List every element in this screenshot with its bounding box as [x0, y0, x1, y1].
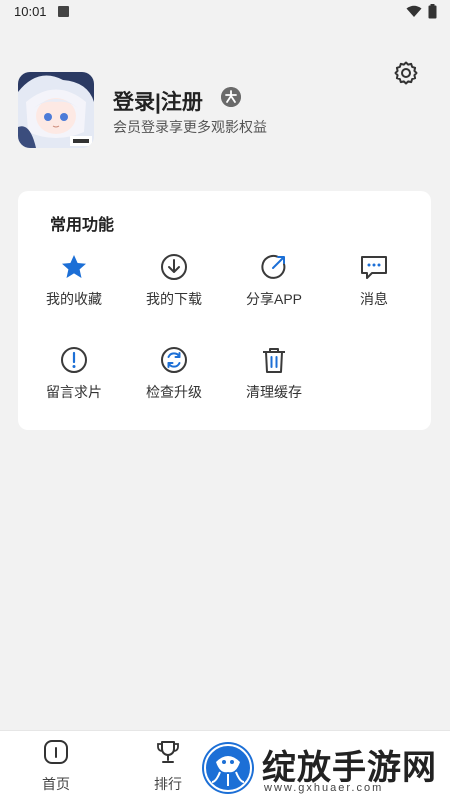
exclamation-icon	[61, 347, 87, 373]
downloads-label: 我的下载	[146, 291, 202, 307]
messages-item[interactable]: 消息	[324, 253, 424, 313]
request-film-item[interactable]: 留言求片	[24, 346, 124, 406]
login-subtitle: 会员登录享更多观影权益	[113, 119, 267, 135]
check-update-item[interactable]: 检查升级	[124, 346, 224, 406]
watermark-url: www.gxhuaer.com	[264, 782, 384, 794]
avatar[interactable]	[18, 72, 94, 148]
vip-badge-icon	[221, 87, 241, 107]
trash-icon	[263, 348, 285, 373]
watermark: 绽放手游网 www.gxhuaer.com	[202, 738, 450, 800]
download-icon	[161, 254, 187, 280]
common-functions-card: 常用功能 我的收藏 我的下载 分享APP 消息 留言求片 检查升级 清理缓存	[18, 191, 431, 430]
messages-label: 消息	[360, 291, 388, 307]
trophy-icon	[157, 741, 179, 763]
nav-home[interactable]: 首页	[26, 739, 86, 794]
clear-cache-label: 清理缓存	[246, 384, 302, 400]
watermark-logo	[202, 742, 254, 794]
notification-icon	[58, 6, 69, 17]
downloads-item[interactable]: 我的下载	[124, 253, 224, 313]
login-register-link[interactable]: 登录|注册	[113, 86, 203, 116]
check-update-label: 检查升级	[146, 384, 202, 400]
message-icon	[361, 256, 387, 279]
favorites-item[interactable]: 我的收藏	[24, 253, 124, 313]
nav-home-label: 首页	[42, 776, 70, 792]
share-app-label: 分享APP	[245, 291, 302, 307]
home-icon	[44, 740, 68, 764]
status-time: 10:01	[14, 4, 47, 19]
request-film-label: 留言求片	[46, 384, 102, 400]
wifi-icon	[406, 5, 422, 17]
status-bar: 10:01	[0, 0, 450, 24]
section-title: 常用功能	[50, 217, 115, 234]
share-icon	[261, 254, 286, 279]
share-app-item[interactable]: 分享APP	[224, 253, 324, 313]
star-icon	[62, 255, 86, 278]
nav-ranking[interactable]: 排行	[138, 739, 198, 794]
battery-icon	[428, 4, 437, 19]
nav-ranking-label: 排行	[154, 776, 182, 792]
favorites-label: 我的收藏	[46, 291, 102, 307]
gear-icon[interactable]	[393, 60, 419, 86]
clear-cache-item[interactable]: 清理缓存	[224, 346, 324, 406]
refresh-icon	[161, 347, 187, 373]
